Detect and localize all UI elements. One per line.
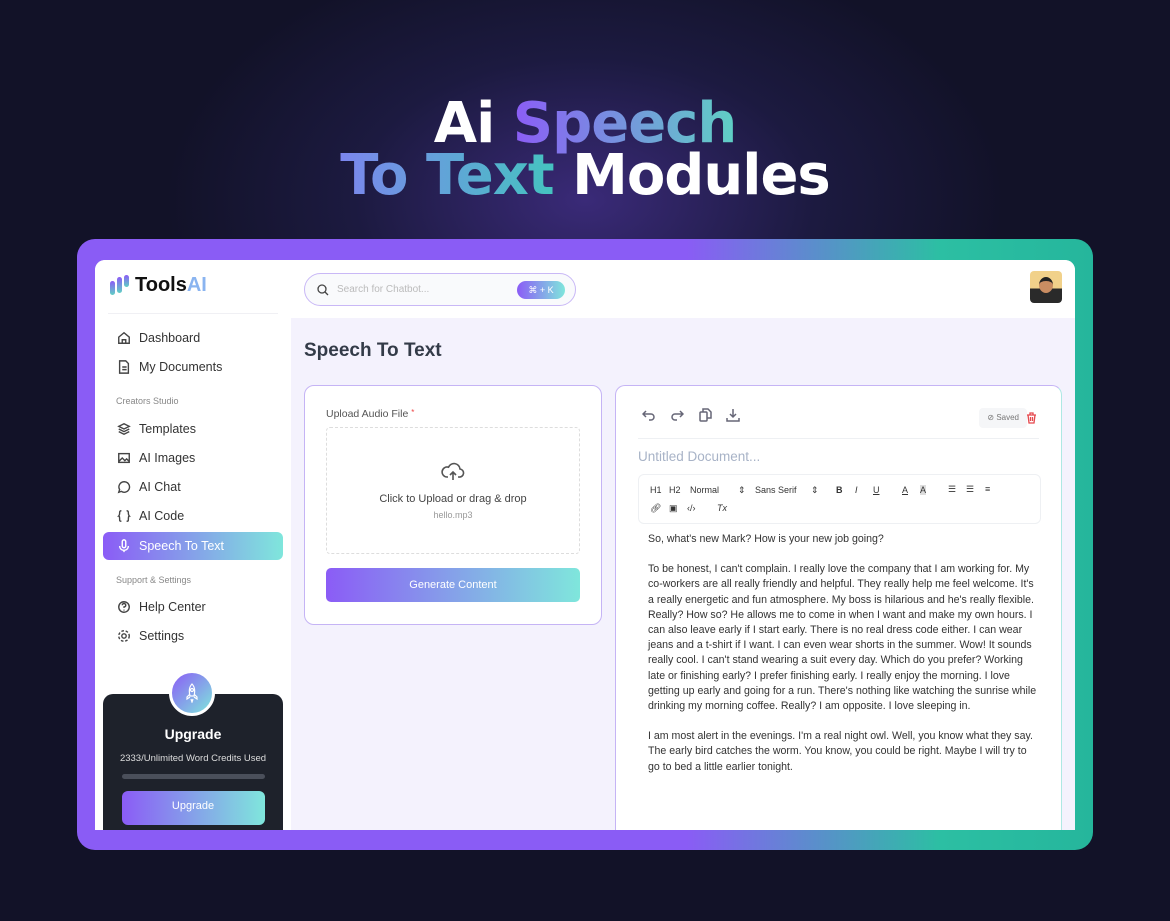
document-body[interactable]: So, what's new Mark? How is your new job… [648, 532, 1038, 790]
app-window: ToolsAI Dashboard My Documents Creators … [95, 260, 1075, 830]
credits-progress-bar [121, 774, 265, 779]
home-icon [118, 331, 130, 344]
bold-button[interactable]: B [836, 485, 843, 495]
top-bar: Search for Chatbot... ⌘ + K [291, 260, 1075, 318]
rocket-icon [169, 670, 215, 716]
h1-button[interactable]: H1 [650, 485, 662, 495]
upload-card: Upload Audio File * Click to Upload or d… [304, 385, 602, 625]
sidebar-item-templates[interactable]: Templates [103, 415, 283, 443]
generate-content-button[interactable]: Generate Content [326, 568, 580, 602]
sidebar-item-label: Dashboard [139, 331, 201, 345]
sidebar-item-label: AI Code [139, 509, 185, 523]
search-icon [317, 283, 329, 295]
font-select[interactable]: Sans Serif ⇕ [755, 485, 819, 495]
undo-icon[interactable] [642, 408, 656, 422]
sidebar-item-settings[interactable]: Settings [103, 622, 283, 650]
h2-button[interactable]: H2 [669, 485, 681, 495]
logo-text: Tools [135, 274, 187, 296]
upload-label: Upload Audio File * [326, 408, 415, 420]
file-name: hello.mp3 [433, 510, 473, 520]
hero-title: Ai Speech To Text Modules [0, 96, 1170, 204]
avatar[interactable] [1030, 271, 1062, 303]
shortcut-badge: ⌘ + K [517, 281, 565, 299]
search-input[interactable]: Search for Chatbot... ⌘ + K [304, 273, 576, 306]
background-color-button[interactable]: A [920, 485, 927, 495]
bullet-list-icon[interactable]: ☰ [966, 484, 974, 495]
document-title-input[interactable]: Untitled Document... [638, 449, 760, 464]
logo-text-accent: AI [186, 274, 207, 296]
image-icon[interactable]: ▣ [669, 503, 678, 514]
divider [108, 313, 278, 314]
sidebar-item-ai-chat[interactable]: AI Chat [103, 473, 283, 501]
ordered-list-icon[interactable]: ☰ [948, 484, 956, 495]
hero-word: To Text [340, 143, 554, 208]
editor-card: ⊘ Saved Untitled Document... H1 H2 Norma… [615, 385, 1062, 830]
sidebar-item-label: Help Center [139, 600, 206, 614]
sidebar-item-speech-to-text[interactable]: Speech To Text [103, 532, 283, 560]
search-placeholder: Search for Chatbot... [337, 284, 430, 295]
paragraph: To be honest, I can't complain. I really… [648, 563, 1037, 713]
italic-button[interactable]: I [855, 485, 858, 495]
code-block-button[interactable]: ‹/› [687, 503, 696, 513]
required-marker: * [411, 408, 415, 417]
redo-icon[interactable] [670, 408, 684, 422]
sidebar-item-label: Speech To Text [139, 539, 225, 553]
paragraph: I am most alert in the evenings. I'm a r… [648, 730, 1033, 773]
copy-icon[interactable] [698, 408, 712, 422]
text-color-button[interactable]: A [902, 485, 908, 495]
sidebar: ToolsAI Dashboard My Documents Creators … [95, 260, 291, 830]
align-icon[interactable]: ≡ [985, 484, 990, 494]
document-icon [118, 360, 130, 374]
logo-icon [108, 274, 130, 297]
cloud-upload-icon [441, 462, 465, 480]
hero-word: Modules [572, 143, 831, 208]
sidebar-item-label: AI Images [139, 451, 196, 465]
divider [638, 438, 1039, 439]
code-icon [117, 510, 131, 522]
sidebar-item-ai-images[interactable]: AI Images [103, 444, 283, 472]
main-content: Speech To Text Upload Audio File * Click… [291, 318, 1075, 830]
image-icon [118, 452, 130, 464]
chat-icon [117, 481, 131, 494]
download-icon[interactable] [726, 408, 740, 422]
sidebar-item-help-center[interactable]: Help Center [103, 593, 283, 621]
sidebar-item-label: AI Chat [139, 480, 181, 494]
section-label: Support & Settings [116, 575, 192, 585]
style-select[interactable]: Normal ⇕ [690, 485, 746, 495]
editor-actions [642, 408, 740, 422]
section-label: Creators Studio [116, 396, 179, 406]
upgrade-button[interactable]: Upgrade [121, 791, 265, 825]
sidebar-item-label: Templates [139, 422, 196, 436]
sidebar-item-dashboard[interactable]: Dashboard [103, 324, 283, 352]
sidebar-item-label: My Documents [139, 360, 223, 374]
dropzone-text: Click to Upload or drag & drop [379, 493, 527, 505]
file-dropzone[interactable]: Click to Upload or drag & drop hello.mp3 [326, 427, 580, 554]
format-toolbar: H1 H2 Normal ⇕ Sans Serif ⇕ B I U A A ☰ ☰ … [638, 474, 1041, 524]
credits-text: 2333/Unlimited Word Credits Used [119, 753, 267, 764]
logo[interactable]: ToolsAI [108, 274, 207, 297]
saved-badge: ⊘ Saved [979, 408, 1027, 428]
gear-icon [118, 630, 130, 642]
link-icon[interactable]: 🔗︎ [650, 503, 661, 514]
trash-icon[interactable] [1026, 412, 1037, 424]
upgrade-title: Upgrade [164, 726, 222, 742]
help-icon [118, 601, 130, 613]
underline-button[interactable]: U [873, 485, 880, 495]
sidebar-item-label: Settings [139, 629, 185, 643]
sidebar-item-ai-code[interactable]: AI Code [103, 502, 283, 530]
upgrade-card: Upgrade 2333/Unlimited Word Credits Used… [103, 670, 283, 830]
paragraph: So, what's new Mark? How is your new job… [648, 533, 884, 545]
clear-format-button[interactable]: Tx [717, 503, 727, 513]
microphone-icon [118, 539, 130, 553]
layers-icon [117, 422, 131, 436]
sidebar-item-my-documents[interactable]: My Documents [103, 353, 283, 381]
page-title: Speech To Text [304, 340, 442, 361]
